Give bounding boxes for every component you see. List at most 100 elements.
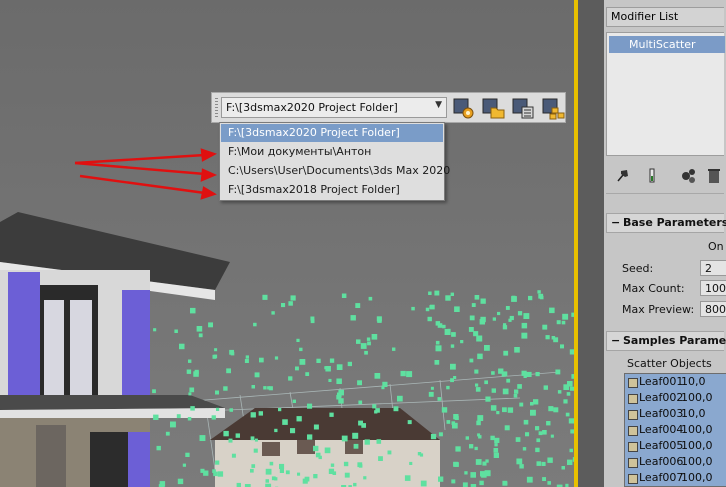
project-folder-option[interactable]: F:\Мои документы\Антон xyxy=(221,143,443,161)
list-item[interactable]: Leaf005 100,0 xyxy=(625,438,726,454)
list-item[interactable]: Leaf001 10,0 xyxy=(625,374,726,390)
rollout-collapse-icon: − xyxy=(611,334,621,347)
on-checkbox-label[interactable]: On xyxy=(708,240,724,253)
scatter-particle xyxy=(454,462,459,467)
scatter-particle xyxy=(285,470,290,475)
open-project-folder-icon[interactable] xyxy=(480,96,506,120)
scatter-particle xyxy=(494,443,498,447)
scatter-particle xyxy=(343,461,349,467)
project-folder-option[interactable]: F:\[3dsmax2018 Project Folder] xyxy=(221,181,443,199)
object-name: Leaf005 xyxy=(639,439,684,452)
list-item[interactable]: Leaf003 10,0 xyxy=(625,406,726,422)
create-project-icon[interactable] xyxy=(510,96,536,120)
scatter-particle xyxy=(533,399,539,405)
modifier-list-dropdown[interactable]: Modifier List xyxy=(606,7,724,27)
object-value: 10,0 xyxy=(681,375,706,388)
scatter-particle xyxy=(316,358,321,363)
house-model xyxy=(0,212,230,487)
list-item[interactable]: Leaf007 100,0 xyxy=(625,470,726,486)
list-item[interactable]: Leaf002 100,0 xyxy=(625,390,726,406)
scatter-particle xyxy=(328,468,335,474)
scatter-particle xyxy=(258,411,263,416)
list-item[interactable]: Leaf006 100,0 xyxy=(625,454,726,470)
scatter-particle xyxy=(176,414,181,419)
scatter-particle xyxy=(451,421,456,425)
scatter-particle xyxy=(475,387,481,392)
scatter-particle xyxy=(265,479,269,483)
scatter-particle xyxy=(200,468,205,473)
color-swatch xyxy=(628,378,638,388)
scatter-particle xyxy=(491,388,496,393)
list-item[interactable]: Leaf004 100,0 xyxy=(625,422,726,438)
max-count-spinner[interactable]: 10000 xyxy=(700,280,726,296)
scatter-particle xyxy=(434,290,440,296)
scatter-particle xyxy=(460,340,464,344)
scatter-particle xyxy=(231,453,236,458)
scatter-particle xyxy=(281,303,286,308)
scatter-particle xyxy=(539,295,544,300)
max-preview-spinner[interactable]: 8000 xyxy=(700,301,726,317)
scatter-particle xyxy=(364,439,370,445)
viewport[interactable]: F:\[3dsmax2020 Project Folder] ▼ F:\[3ds… xyxy=(0,0,578,487)
scatter-particle xyxy=(455,446,461,452)
seed-spinner[interactable]: 2 xyxy=(700,260,726,276)
scatter-particle xyxy=(465,436,469,440)
scatter-particle xyxy=(328,378,332,382)
scatter-particle xyxy=(523,313,530,319)
project-folder-dropdown[interactable]: F:\[3dsmax2020 Project Folder] ▼ xyxy=(221,97,447,118)
scatter-particle xyxy=(187,417,192,421)
scatter-particle xyxy=(313,424,319,430)
scatter-particle xyxy=(179,343,185,350)
modifier-list-label: Modifier List xyxy=(611,10,679,23)
scatter-particle xyxy=(547,481,551,485)
project-folder-option[interactable]: C:\Users\User\Documents\3ds Max 2020 xyxy=(221,162,450,180)
color-swatch xyxy=(628,426,638,436)
scatter-particle xyxy=(475,383,479,387)
scatter-particle xyxy=(509,315,514,321)
toolbar-grip-handle[interactable] xyxy=(215,98,218,118)
project-folder-option[interactable]: F:\[3dsmax2020 Project Folder] xyxy=(221,124,443,142)
show-end-result-icon[interactable] xyxy=(642,166,662,186)
scatter-particle xyxy=(271,311,275,315)
scatter-particle xyxy=(515,437,521,442)
scatter-particle xyxy=(501,372,506,377)
object-name: Leaf003 xyxy=(639,407,684,420)
project-settings-icon[interactable] xyxy=(450,96,476,120)
scatter-particle xyxy=(153,328,157,332)
scatter-particle xyxy=(368,296,373,301)
stack-item-multiscatter[interactable]: MultiScatter xyxy=(609,36,725,53)
annotation-arrows xyxy=(74,148,218,200)
scatter-particle xyxy=(310,316,315,321)
rollout-base-parameters[interactable]: − Base Parameters xyxy=(606,213,726,233)
rollout-samples-parameters[interactable]: − Samples Paramet xyxy=(606,331,726,351)
scatter-particle xyxy=(165,431,170,436)
scatter-particle xyxy=(521,322,528,329)
scatter-particle xyxy=(344,472,350,478)
scatter-particle xyxy=(530,409,536,416)
scatter-particle xyxy=(292,399,296,403)
scatter-particle xyxy=(341,435,348,442)
scatter-particle xyxy=(562,313,569,320)
scatter-particle xyxy=(271,476,276,481)
scatter-particle xyxy=(473,331,479,337)
divider xyxy=(606,193,724,194)
scatter-particle xyxy=(438,432,443,437)
scatter-particle xyxy=(484,345,490,351)
scatter-particle xyxy=(477,415,484,421)
scatter-particle xyxy=(329,412,334,417)
remove-modifier-icon[interactable] xyxy=(704,166,724,186)
color-swatch xyxy=(628,410,638,420)
make-unique-icon[interactable] xyxy=(678,166,698,186)
project-structure-icon[interactable] xyxy=(540,96,566,120)
project-folder-list: F:\[3dsmax2020 Project Folder] F:\Мои до… xyxy=(219,122,450,201)
modifier-stack: MultiScatter xyxy=(606,32,725,156)
scatter-particle xyxy=(430,386,434,390)
scatter-particle xyxy=(279,463,285,469)
scatter-particle xyxy=(400,370,406,377)
pin-stack-icon[interactable] xyxy=(612,166,632,186)
scatter-particle xyxy=(536,438,541,443)
scatter-objects-list[interactable]: Leaf001 10,0 Leaf002 100,0 Leaf003 10,0 Lea… xyxy=(624,373,726,487)
scatter-particle xyxy=(355,303,361,308)
scatter-particle xyxy=(341,293,347,298)
panel-separator xyxy=(578,0,604,487)
